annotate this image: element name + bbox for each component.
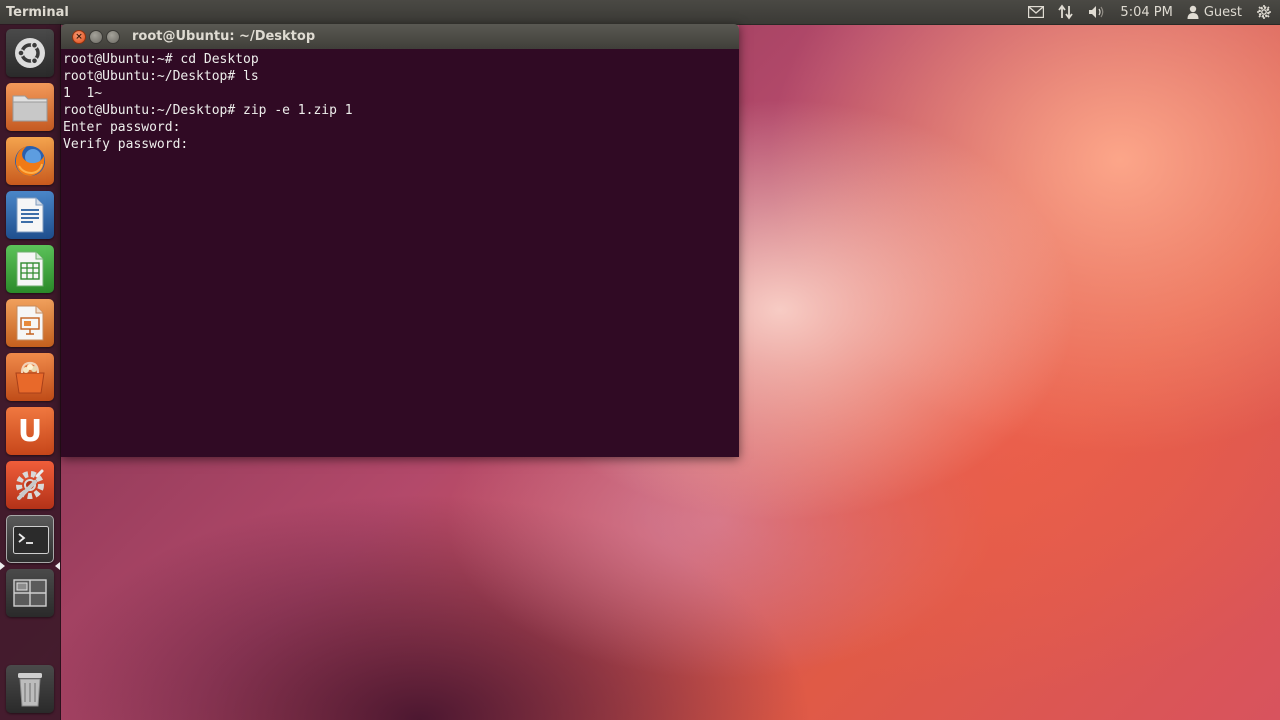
launcher-impress[interactable] xyxy=(6,299,54,347)
maximize-button[interactable] xyxy=(106,30,120,44)
clock-indicator[interactable]: 5:04 PM xyxy=(1120,0,1172,24)
trash-icon xyxy=(6,665,54,713)
launcher-trash[interactable] xyxy=(6,665,54,713)
software-center-icon xyxy=(6,353,54,401)
close-button[interactable]: × xyxy=(72,30,86,44)
firefox-icon xyxy=(6,137,54,185)
launcher-calc[interactable] xyxy=(6,245,54,293)
power-gear-icon xyxy=(1257,5,1271,19)
launcher: U xyxy=(0,24,61,720)
clock-text: 5:04 PM xyxy=(1120,4,1173,20)
session-indicator[interactable] xyxy=(1256,0,1272,24)
launcher-files[interactable] xyxy=(6,83,54,131)
terminal-icon xyxy=(7,516,55,564)
maximize-icon xyxy=(107,31,119,43)
files-icon xyxy=(6,83,54,131)
volume-indicator[interactable] xyxy=(1088,0,1106,24)
ubuntu-one-icon: U xyxy=(6,407,54,455)
launcher-dash-home[interactable] xyxy=(6,29,54,77)
workspace-switcher-icon xyxy=(6,569,54,617)
network-indicator[interactable] xyxy=(1058,0,1074,24)
mail-icon xyxy=(1028,6,1045,18)
terminal-line: Verify password: xyxy=(63,137,189,152)
launcher-software-center[interactable] xyxy=(6,353,54,401)
dash-home-icon xyxy=(6,29,54,77)
indicator-area: 5:04 PM Guest xyxy=(1028,0,1272,24)
launcher-system-settings[interactable] xyxy=(6,461,54,509)
launcher-writer[interactable] xyxy=(6,191,54,239)
network-icon xyxy=(1058,4,1074,20)
mail-indicator[interactable] xyxy=(1028,0,1045,24)
focused-app-indicator xyxy=(55,562,60,570)
terminal-lines: root@Ubuntu:~# cd Desktop root@Ubuntu:~/… xyxy=(63,51,353,153)
libreoffice-calc-icon xyxy=(6,245,54,293)
system-settings-icon xyxy=(6,461,54,509)
libreoffice-impress-icon xyxy=(6,299,54,347)
window-titlebar[interactable]: × root@Ubuntu: ~/Desktop xyxy=(61,24,739,49)
minimize-icon xyxy=(90,31,102,43)
close-icon: × xyxy=(75,32,83,42)
window-title: root@Ubuntu: ~/Desktop xyxy=(132,29,316,44)
terminal-line: root@Ubuntu:~/Desktop# zip -e 1.zip 1 xyxy=(63,103,353,118)
terminal-line: 1 1~ xyxy=(63,86,103,101)
minimize-button[interactable] xyxy=(89,30,103,44)
launcher-ubuntu-one[interactable]: U xyxy=(6,407,54,455)
launcher-workspace-switcher[interactable] xyxy=(6,569,54,617)
terminal-output[interactable]: root@Ubuntu:~# cd Desktop root@Ubuntu:~/… xyxy=(61,49,739,457)
terminal-line: root@Ubuntu:~# cd Desktop xyxy=(63,52,259,67)
active-app-title: Terminal xyxy=(6,4,69,20)
volume-icon xyxy=(1089,6,1104,18)
launcher-firefox[interactable] xyxy=(6,137,54,185)
launcher-terminal[interactable] xyxy=(6,515,54,563)
user-icon xyxy=(1187,5,1199,19)
ubuntu-one-letter: U xyxy=(17,413,43,449)
terminal-line: Enter password: xyxy=(63,120,181,135)
running-app-indicator xyxy=(0,562,5,570)
terminal-line: root@Ubuntu:~/Desktop# ls xyxy=(63,69,259,84)
terminal-window[interactable]: × root@Ubuntu: ~/Desktop root@Ubuntu:~# … xyxy=(61,24,739,457)
libreoffice-writer-icon xyxy=(6,191,54,239)
user-name: Guest xyxy=(1203,4,1242,20)
user-indicator[interactable]: Guest xyxy=(1187,0,1242,24)
top-panel: Terminal 5:04 PM Guest xyxy=(0,0,1280,24)
